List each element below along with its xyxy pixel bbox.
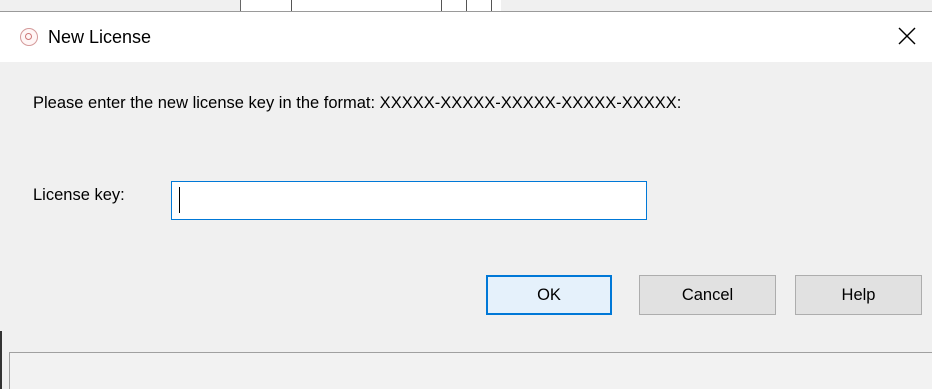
instruction-text: Please enter the new license key in the … xyxy=(33,94,682,112)
cancel-button[interactable]: Cancel xyxy=(639,275,776,315)
ok-button[interactable]: OK xyxy=(486,275,612,315)
close-icon xyxy=(898,27,916,45)
text-caret xyxy=(179,187,180,213)
license-app-icon xyxy=(20,28,38,46)
background-panel xyxy=(9,352,932,389)
license-key-label: License key: xyxy=(33,186,125,204)
dialog-title: New License xyxy=(48,27,152,47)
new-license-dialog: New License xyxy=(0,11,932,331)
close-button[interactable] xyxy=(886,12,932,62)
dialog-titlebar[interactable]: New License xyxy=(0,12,932,62)
help-button[interactable]: Help xyxy=(795,275,922,315)
license-key-input[interactable] xyxy=(171,181,647,220)
background-window-edge xyxy=(0,331,2,389)
